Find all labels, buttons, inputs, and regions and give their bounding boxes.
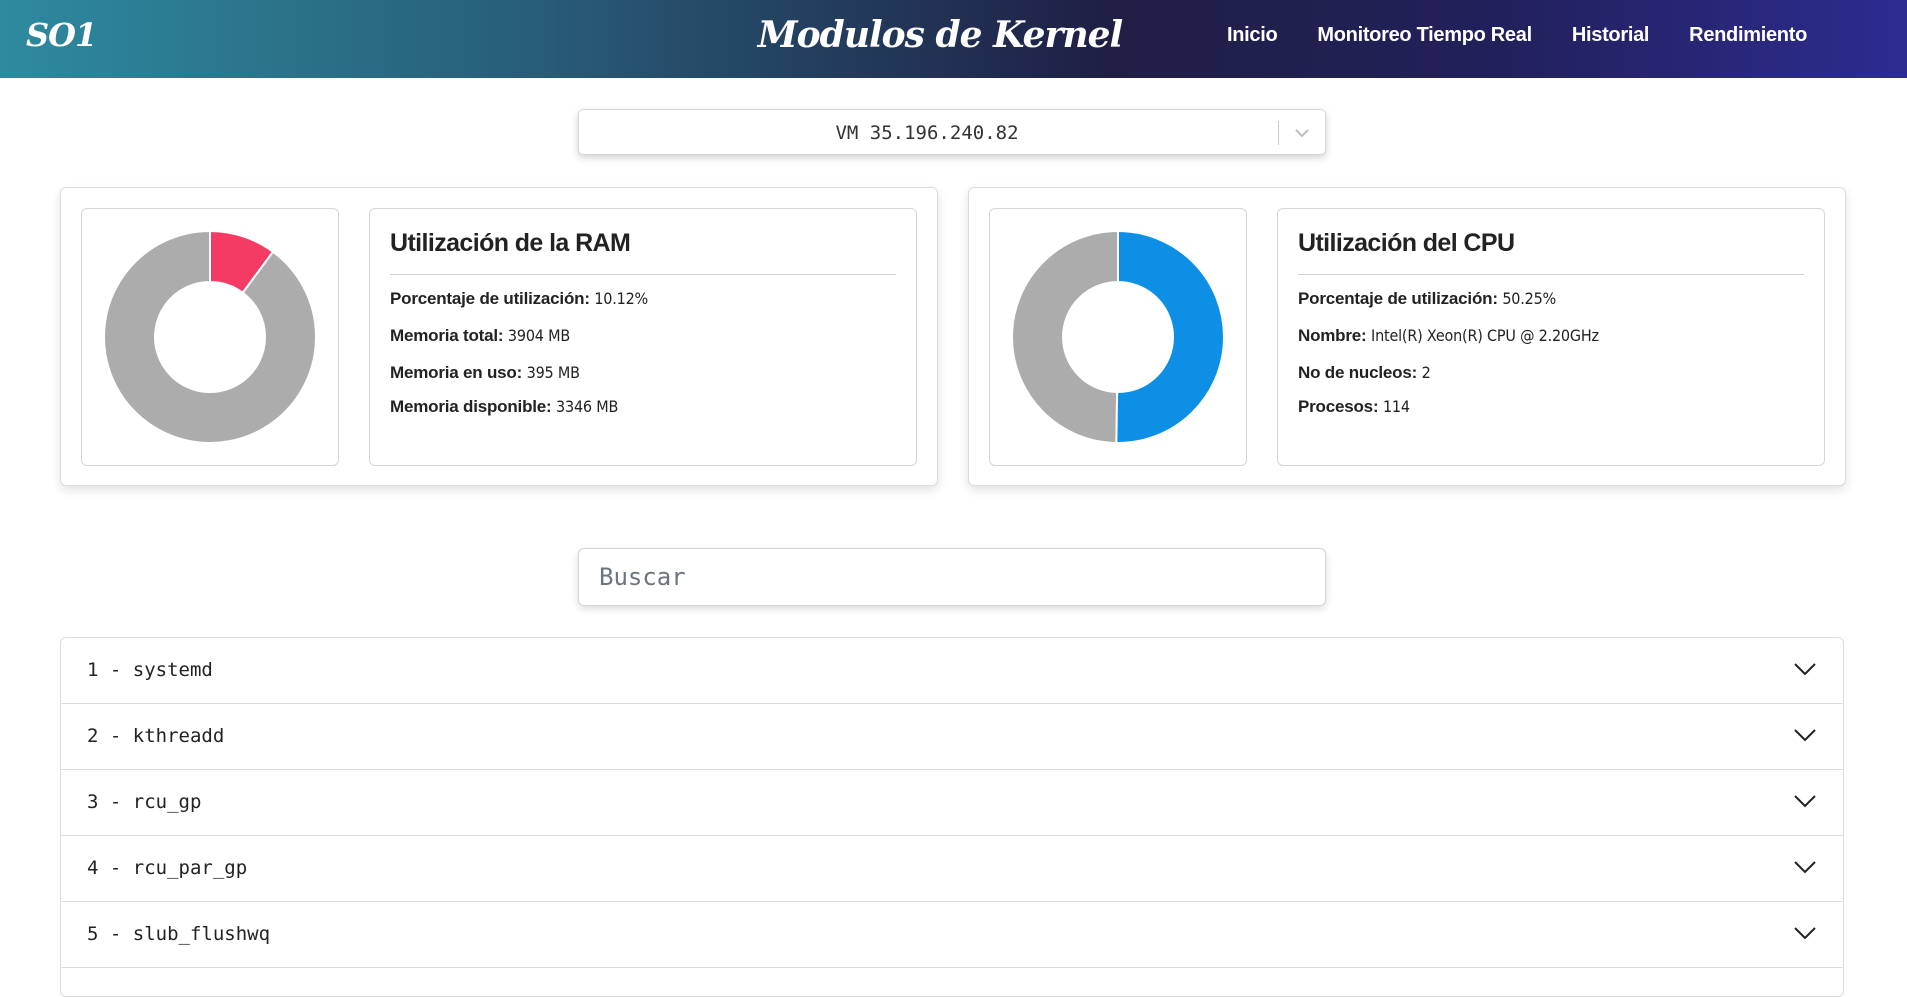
vm-select[interactable]: VM 35.196.240.82 (578, 109, 1326, 155)
chevron-down-icon[interactable] (1793, 925, 1817, 941)
cpu-percent-value: 50.25% (1502, 289, 1557, 308)
ram-chart-box (81, 208, 339, 466)
ram-used-value: 395 MB (526, 363, 580, 382)
cpu-chart-box (989, 208, 1247, 466)
ram-donut-chart (103, 229, 317, 444)
chevron-down-icon[interactable] (1793, 793, 1817, 809)
process-label: 1 - systemd (87, 659, 213, 681)
ram-used-label: Memoria en uso: (390, 363, 523, 382)
cpu-card: Utilización del CPU Porcentaje de utiliz… (968, 187, 1846, 486)
cpu-donut-chart (1011, 229, 1225, 445)
cpu-cores-value: 2 (1421, 363, 1431, 382)
process-list: 1 - systemd 2 - kthreadd 3 - rcu_gp 4 - … (60, 637, 1844, 997)
cpu-title: Utilización del CPU (1298, 229, 1804, 275)
nav-link-monitoreo[interactable]: Monitoreo Tiempo Real (1317, 24, 1532, 47)
vm-select-value: VM 35.196.240.82 (835, 122, 1019, 144)
navbar: SO1 Modulos de Kernel Inicio Monitoreo T… (0, 0, 1907, 78)
ram-total-value: 3904 MB (507, 326, 571, 345)
nav-link-historial[interactable]: Historial (1572, 24, 1650, 47)
process-label: 2 - kthreadd (87, 725, 225, 747)
process-label: 4 - rcu_par_gp (87, 857, 248, 879)
ram-available-value: 3346 MB (556, 397, 619, 416)
cpu-name-label: Nombre: (1298, 326, 1367, 345)
nav-link-rendimiento[interactable]: Rendimiento (1689, 24, 1807, 47)
cpu-processes-value: 114 (1382, 397, 1410, 416)
cpu-cores: No de nucleos: 2 (1298, 363, 1804, 383)
cpu-info: Utilización del CPU Porcentaje de utiliz… (1277, 208, 1825, 466)
ram-used: Memoria en uso: 395 MB (390, 363, 896, 383)
cpu-cores-label: No de nucleos: (1298, 363, 1418, 382)
chevron-down-icon[interactable] (1291, 123, 1313, 143)
process-label: 5 - slub_flushwq (87, 923, 271, 945)
ram-percent-value: 10.12% (594, 289, 649, 308)
ram-card: Utilización de la RAM Porcentaje de util… (60, 187, 938, 486)
ram-total-label: Memoria total: (390, 326, 504, 345)
cpu-percent: Porcentaje de utilización: 50.25% (1298, 289, 1804, 309)
process-item[interactable]: 4 - rcu_par_gp (61, 836, 1843, 902)
chevron-down-icon[interactable] (1793, 859, 1817, 875)
search-input[interactable] (578, 548, 1326, 606)
process-item[interactable]: 1 - systemd (61, 638, 1843, 704)
ram-total: Memoria total: 3904 MB (390, 326, 896, 346)
cpu-name: Nombre: Intel(R) Xeon(R) CPU @ 2.20GHz (1298, 326, 1804, 346)
ram-info: Utilización de la RAM Porcentaje de util… (369, 208, 917, 466)
nav-link-inicio[interactable]: Inicio (1227, 24, 1278, 47)
cpu-free-slice (1011, 229, 1119, 445)
process-item[interactable]: 3 - rcu_gp (61, 770, 1843, 836)
ram-percent-label: Porcentaje de utilización: (390, 289, 590, 308)
cpu-name-value: Intel(R) Xeon(R) CPU @ 2.20GHz (1371, 326, 1599, 345)
cpu-processes-label: Procesos: (1298, 397, 1379, 416)
process-label: 3 - rcu_gp (87, 791, 202, 813)
process-item[interactable]: 5 - slub_flushwq (61, 902, 1843, 968)
process-item[interactable]: 2 - kthreadd (61, 704, 1843, 770)
ram-available-label: Memoria disponible: (390, 397, 552, 416)
cpu-used-slice (1115, 229, 1225, 444)
ram-available: Memoria disponible: 3346 MB (390, 397, 896, 417)
chevron-down-icon[interactable] (1793, 661, 1817, 677)
vm-select-separator (1278, 121, 1279, 145)
ram-title: Utilización de la RAM (390, 229, 896, 275)
cpu-percent-label: Porcentaje de utilización: (1298, 289, 1498, 308)
chevron-down-icon[interactable] (1793, 727, 1817, 743)
cpu-processes: Procesos: 114 (1298, 397, 1804, 417)
nav-links: Inicio Monitoreo Tiempo Real Historial R… (1227, 24, 1807, 47)
ram-percent: Porcentaje de utilización: 10.12% (390, 289, 896, 309)
